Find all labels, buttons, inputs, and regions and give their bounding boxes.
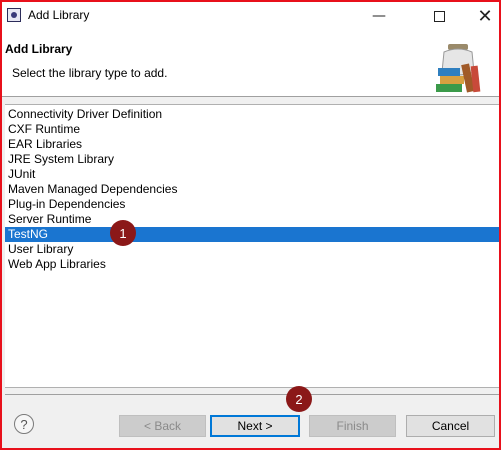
- window-title: Add Library: [28, 8, 90, 22]
- list-item[interactable]: Plug-in Dependencies: [5, 197, 499, 212]
- add-library-dialog: Add Library — ✕ Add Library Select the l…: [0, 0, 501, 450]
- maximize-button[interactable]: [416, 2, 462, 30]
- wizard-header: Add Library Select the library type to a…: [2, 30, 499, 97]
- list-item[interactable]: CXF Runtime: [5, 122, 499, 137]
- button-bar-separator: [5, 394, 499, 395]
- annotation-callout-1: 1: [110, 220, 136, 246]
- next-button[interactable]: Next >: [210, 415, 300, 437]
- help-button[interactable]: ?: [14, 414, 34, 434]
- title-bar: Add Library — ✕: [2, 2, 499, 30]
- finish-button[interactable]: Finish: [309, 415, 396, 437]
- cancel-button[interactable]: Cancel: [406, 415, 495, 437]
- annotation-callout-2: 2: [286, 386, 312, 412]
- eclipse-app-icon: [7, 8, 21, 22]
- list-item[interactable]: Web App Libraries: [5, 257, 499, 272]
- minimize-button[interactable]: —: [356, 2, 402, 30]
- page-title: Add Library: [5, 42, 73, 56]
- list-item[interactable]: User Library: [5, 242, 499, 257]
- page-description: Select the library type to add.: [12, 66, 168, 80]
- list-item[interactable]: Maven Managed Dependencies: [5, 182, 499, 197]
- list-item[interactable]: EAR Libraries: [5, 137, 499, 152]
- close-button[interactable]: ✕: [462, 2, 501, 30]
- list-item[interactable]: TestNG: [5, 227, 499, 242]
- list-item[interactable]: JUnit: [5, 167, 499, 182]
- maximize-icon: [433, 10, 445, 22]
- library-type-list[interactable]: Connectivity Driver Definition CXF Runtim…: [5, 104, 499, 388]
- list-item[interactable]: Server Runtime: [5, 212, 499, 227]
- back-button[interactable]: < Back: [119, 415, 206, 437]
- list-item[interactable]: JRE System Library: [5, 152, 499, 167]
- library-books-jar-icon: [436, 44, 481, 93]
- list-item[interactable]: Connectivity Driver Definition: [5, 107, 499, 122]
